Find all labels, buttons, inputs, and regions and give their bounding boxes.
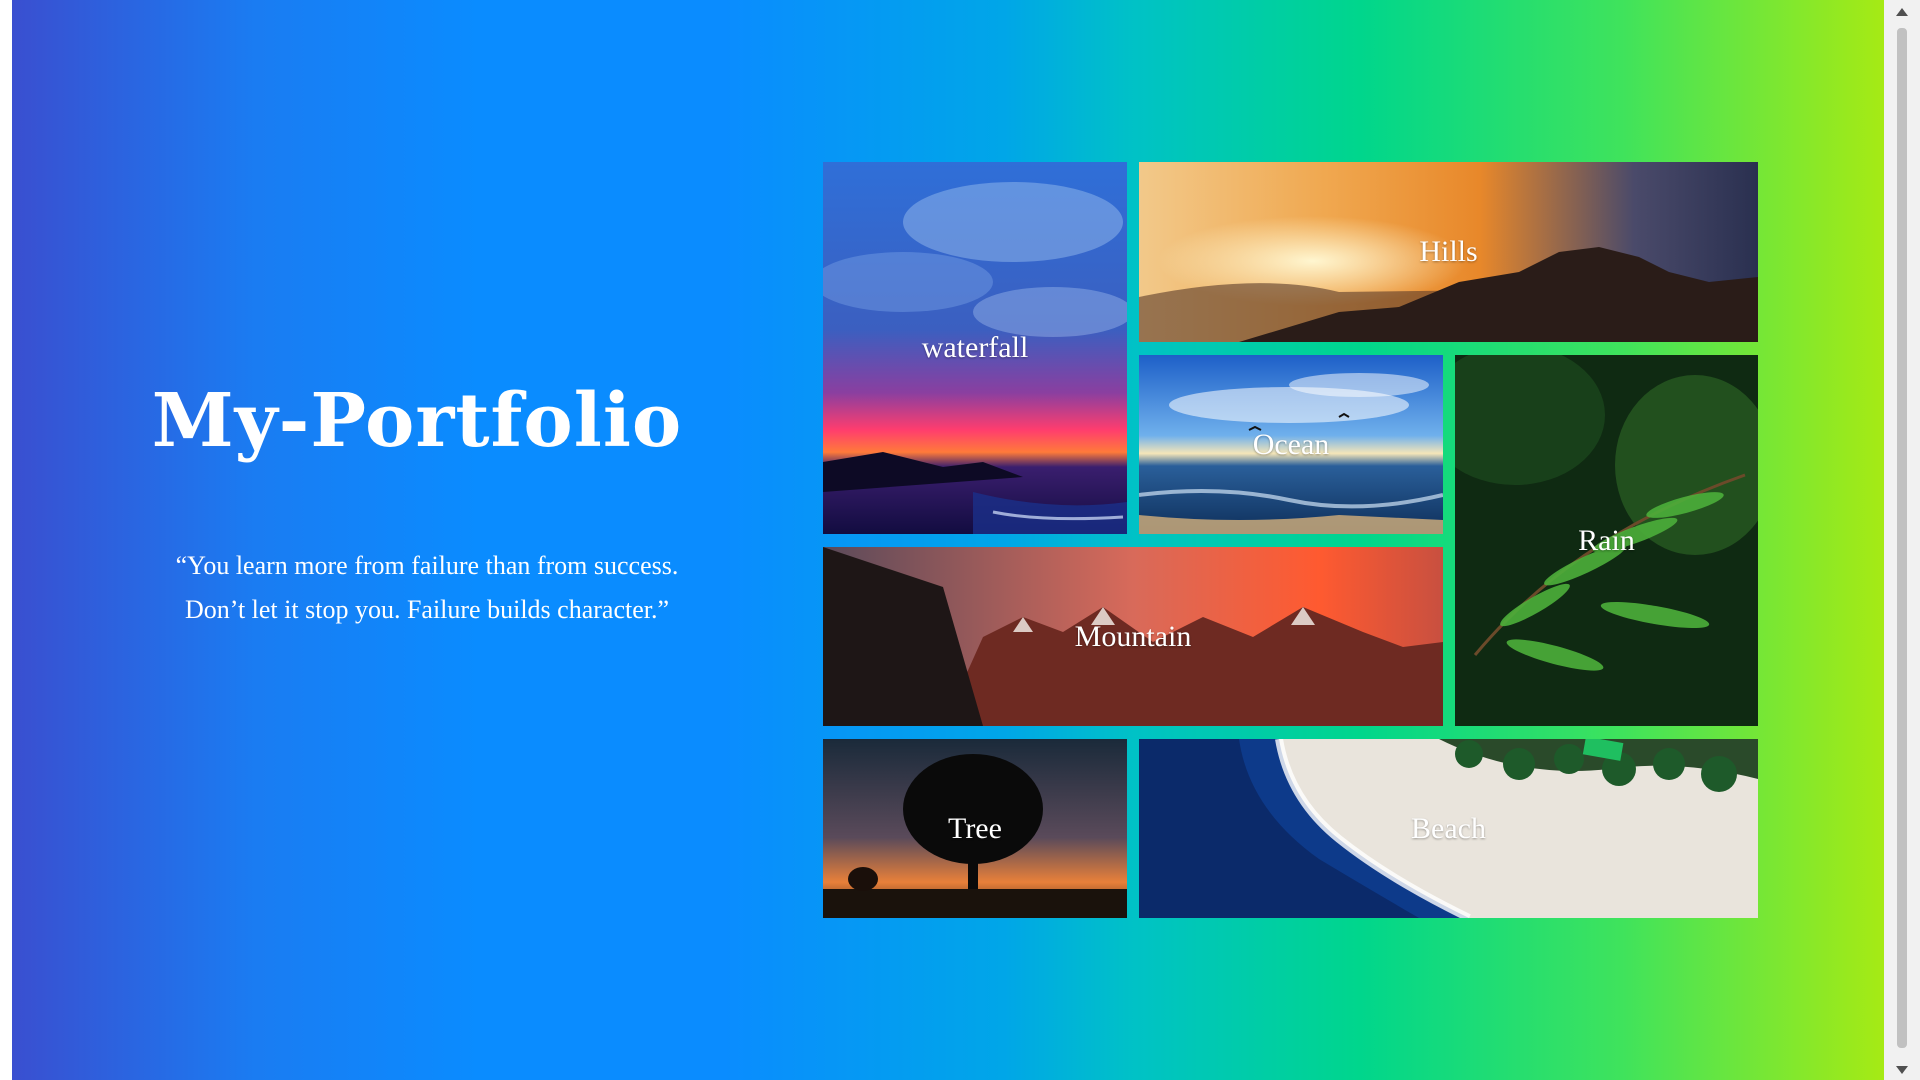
scroll-down-arrow[interactable] [1884,1060,1920,1080]
triangle-up-icon [1896,8,1908,16]
gallery-tile-mountain[interactable]: Mountain [823,547,1443,726]
tile-label: Rain [1578,523,1635,557]
gallery-tile-tree[interactable]: Tree [823,739,1127,918]
gallery-tile-waterfall[interactable]: waterfall [823,162,1127,534]
tile-label: Hills [1419,235,1478,268]
tile-label: Ocean [1252,427,1330,461]
gallery-tile-beach[interactable]: Beach [1139,739,1758,918]
tile-label: waterfall [921,331,1029,364]
tile-label: Mountain [1074,619,1192,653]
scroll-up-arrow[interactable] [1884,2,1920,22]
portfolio-page: My-Portfolio “You learn more from failur… [12,0,1884,1080]
gallery-tile-rain[interactable]: Rain [1455,355,1758,726]
scroll-thumb[interactable] [1897,28,1907,1048]
gallery-tile-ocean[interactable]: Ocean [1139,355,1443,534]
hero-quote: “You learn more from failure than from s… [175,551,679,624]
hero-section: My-Portfolio “You learn more from failur… [12,0,822,1080]
page-title: My-Portfolio [151,378,683,464]
tile-label: Tree [948,811,1002,845]
vertical-scrollbar[interactable] [1884,0,1920,1080]
gallery-tile-hills[interactable]: Hills [1139,162,1758,342]
tile-label: Beach [1411,811,1486,845]
triangle-down-icon [1896,1066,1908,1074]
